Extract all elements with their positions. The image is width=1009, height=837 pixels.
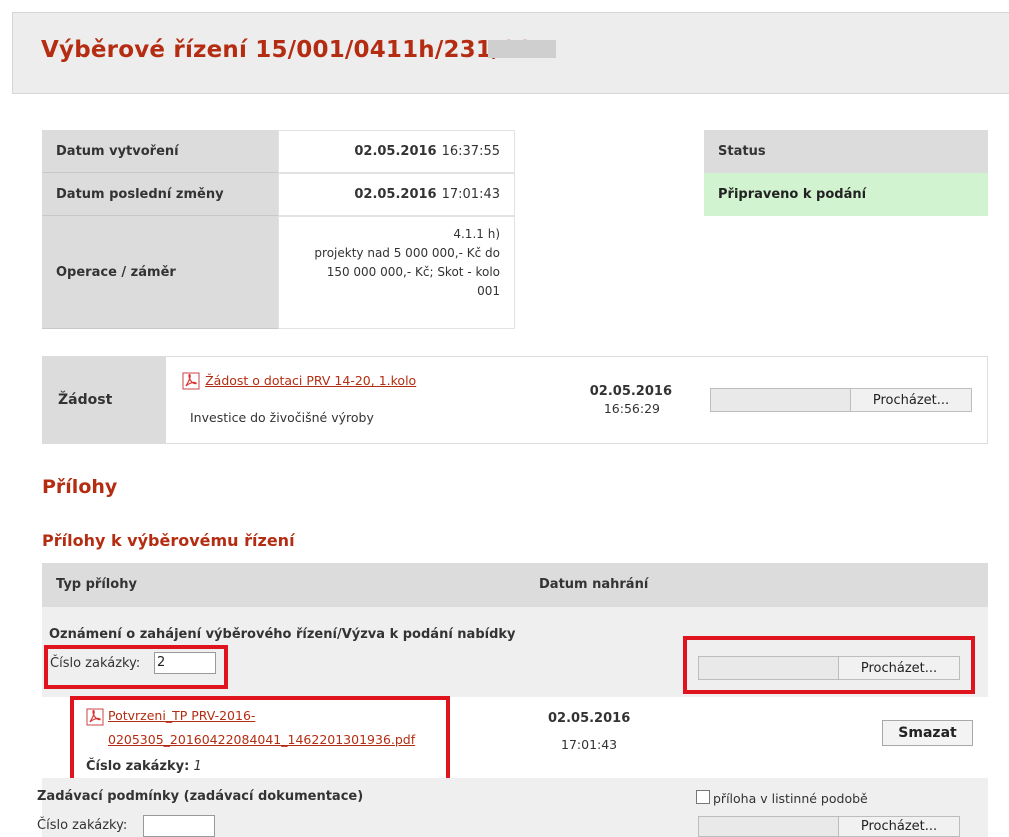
col-date: Datum nahrání: [539, 577, 649, 592]
pdf-icon: [86, 708, 104, 730]
attachment-type-title: Oznámení o zahájení výběrového řízení/Vý…: [49, 627, 516, 642]
uploaded-order: Číslo zakázky: 1: [86, 759, 202, 774]
zadost-link[interactable]: Žádost o dotaci PRV 14-20, 1.kolo: [205, 373, 416, 388]
order-label: Číslo zakázky:: [37, 818, 128, 833]
modified-value: 02.05.2016 17:01:43: [278, 173, 515, 216]
uploaded-date: 02.05.2016: [548, 711, 631, 726]
attachments-heading: Přílohy: [42, 476, 118, 498]
order-number-input[interactable]: 2: [154, 652, 216, 674]
attachments-table-header: Typ přílohy Datum nahrání: [42, 563, 988, 607]
uploaded-time: 17:01:43: [561, 737, 618, 752]
created-label: Datum vytvoření: [42, 130, 278, 173]
operation-value: 4.1.1 h) projekty nad 5 000 000,- Kč do …: [278, 216, 515, 329]
col-type: Typ přílohy: [56, 577, 137, 592]
created-date: 02.05.2016: [354, 144, 437, 159]
operation-line: 001: [477, 284, 500, 298]
pdf-icon: [182, 372, 200, 390]
attachments-subheading: Přílohy k výběrovému řízení: [42, 531, 295, 550]
zadost-description: Investice do živočišné výroby: [190, 410, 374, 425]
modified-label: Datum poslední změny: [42, 173, 278, 216]
order-number-input[interactable]: [143, 815, 215, 837]
delete-button[interactable]: Smazat: [882, 720, 973, 746]
operation-line: 150 000 000,- Kč; Skot - kolo: [326, 265, 500, 279]
modified-time: 17:01:43: [441, 187, 500, 202]
file-path-field[interactable]: [699, 657, 838, 679]
zadost-link-wrap[interactable]: Žádost o dotaci PRV 14-20, 1.kolo: [182, 370, 416, 390]
uploaded-file-link-line2[interactable]: 0205305_20160422084041_1462201301936.pdf: [108, 732, 415, 747]
page-title: Výběrové řízení 15/001/0411h/231/00: [41, 37, 534, 63]
paper-form-checkbox[interactable]: [696, 790, 710, 804]
paper-form-label: příloha v listinné podobě: [713, 791, 868, 806]
attachment-type-title: Zadávací podmínky (zadávací dokumentace): [37, 789, 364, 804]
attachment-file-browse[interactable]: Procházet...: [698, 656, 960, 680]
browse-button[interactable]: Procházet...: [838, 657, 959, 679]
redacted-area: [488, 40, 556, 58]
browse-button[interactable]: Procházet...: [838, 817, 959, 836]
zadost-file-browse[interactable]: Procházet...: [710, 388, 972, 412]
zadost-time: 16:56:29: [603, 401, 660, 416]
operation-label: Operace / záměr: [42, 216, 278, 329]
zadost-label: Žádost: [42, 356, 166, 444]
zadost-date: 02.05.2016: [589, 384, 672, 399]
file-path-field[interactable]: [699, 817, 838, 836]
created-time: 16:37:55: [441, 144, 500, 159]
browse-button[interactable]: Procházet...: [850, 389, 971, 411]
uploaded-order-label: Číslo zakázky:: [86, 759, 190, 774]
attachment-file-browse[interactable]: Procházet...: [698, 816, 960, 837]
operation-line: 4.1.1 h): [453, 227, 500, 241]
file-path-field[interactable]: [711, 389, 850, 411]
uploaded-file-link-line1[interactable]: Potvrzeni_TP PRV-2016-: [108, 708, 255, 723]
operation-line: projekty nad 5 000 000,- Kč do: [314, 246, 500, 260]
modified-date: 02.05.2016: [354, 187, 437, 202]
status-badge: Připraveno k podání: [704, 173, 988, 216]
created-value: 02.05.2016 16:37:55: [278, 130, 515, 173]
order-label: Číslo zakázky:: [50, 656, 141, 671]
status-label: Status: [704, 130, 988, 173]
uploaded-order-value: 1: [193, 759, 202, 774]
